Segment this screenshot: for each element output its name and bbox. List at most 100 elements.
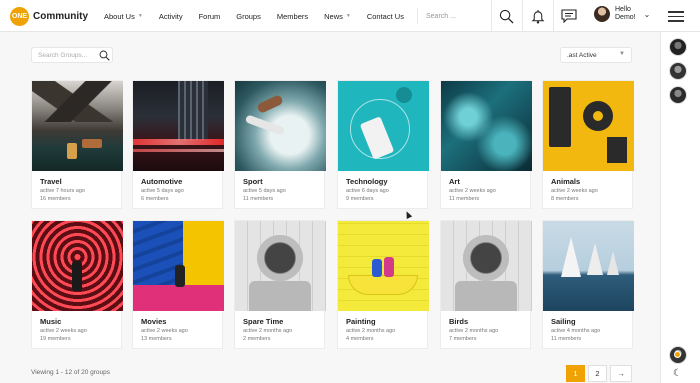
group-card-spare-time[interactable]: Spare Time active 2 months ago 2 members xyxy=(234,220,326,349)
main-nav: About Us ▼ Activity Forum Groups Members … xyxy=(104,0,420,32)
page-2-button[interactable]: 2 xyxy=(588,365,607,382)
nav-label: Members xyxy=(276,11,309,21)
group-members: 6 members xyxy=(141,196,169,202)
rail-avatar[interactable] xyxy=(669,86,687,104)
group-members: 2 members xyxy=(243,336,271,342)
rail-avatar[interactable] xyxy=(669,62,687,80)
messages-button[interactable] xyxy=(553,0,583,32)
group-name[interactable]: Movies xyxy=(141,317,214,326)
group-image[interactable] xyxy=(133,221,224,311)
nav-groups[interactable]: Groups xyxy=(236,12,261,21)
page-1-button[interactable]: 1 xyxy=(566,365,585,382)
nav-label: Forum xyxy=(198,11,221,21)
message-icon xyxy=(560,9,577,23)
chevron-down-icon: ⌄ xyxy=(643,9,651,19)
group-name[interactable]: Birds xyxy=(449,317,522,326)
group-name[interactable]: Art xyxy=(449,177,522,186)
greeting: Hello Demo! xyxy=(615,6,636,22)
group-active: active 7 hours ago xyxy=(40,188,85,194)
group-members: 4 members xyxy=(346,336,374,342)
nav-contact-us[interactable]: Contact Us xyxy=(367,12,404,21)
next-page-button[interactable]: → xyxy=(610,365,632,382)
nav-label: Groups xyxy=(236,11,261,21)
group-card-travel[interactable]: Travel active 7 hours ago 16 members xyxy=(31,80,123,209)
group-card-art[interactable]: Art active 2 weeks ago 11 members xyxy=(440,80,532,209)
mouse-cursor xyxy=(403,210,413,219)
group-active: active 5 days ago xyxy=(243,188,286,194)
group-card-animals[interactable]: Animals active 2 weeks ago 8 members xyxy=(542,80,634,209)
group-card-sailing[interactable]: Sailing active 4 months ago 11 members xyxy=(542,220,634,349)
group-active: active 2 weeks ago xyxy=(40,328,87,334)
search-icon xyxy=(499,9,514,24)
group-image[interactable] xyxy=(441,81,532,171)
pagination-summary: Viewing 1 - 12 of 20 groups xyxy=(31,369,111,376)
group-members: 9 members xyxy=(346,196,374,202)
right-rail: ☾ xyxy=(660,32,700,383)
group-members: 8 members xyxy=(551,196,579,202)
group-members: 13 members xyxy=(141,336,172,342)
search-placeholder: Search ... xyxy=(426,12,456,20)
nav-about-us[interactable]: About Us ▼ xyxy=(104,12,143,21)
group-card-birds[interactable]: Birds active 2 months ago 7 members xyxy=(440,220,532,349)
group-image[interactable] xyxy=(338,221,429,311)
group-card-automotive[interactable]: Automotive active 5 days ago 6 members xyxy=(132,80,224,209)
group-active: active 4 months ago xyxy=(551,328,601,334)
header-search-input[interactable]: Search ... xyxy=(417,8,487,24)
group-image[interactable] xyxy=(338,81,429,171)
group-members: 11 members xyxy=(551,336,582,342)
sort-select[interactable]: .ast Active ▼ xyxy=(560,47,632,63)
top-header: ONE Community About Us ▼ Activity Forum G… xyxy=(0,0,700,32)
group-search-input[interactable]: Search Groups... xyxy=(31,47,113,63)
chevron-down-icon: ▼ xyxy=(137,13,143,19)
group-name[interactable]: Travel xyxy=(40,177,113,186)
group-active: active 2 weeks ago xyxy=(449,188,496,194)
group-name[interactable]: Music xyxy=(40,317,113,326)
group-members: 16 members xyxy=(40,196,71,202)
nav-news[interactable]: News ▼ xyxy=(324,12,351,21)
group-image[interactable] xyxy=(543,81,634,171)
menu-icon[interactable] xyxy=(668,11,684,22)
group-active: active 5 days ago xyxy=(141,188,184,194)
nav-label: Contact Us xyxy=(366,11,404,21)
group-card-technology[interactable]: Technology active 6 days ago 9 members xyxy=(337,80,429,209)
group-name[interactable]: Painting xyxy=(346,317,419,326)
group-name[interactable]: Spare Time xyxy=(243,317,316,326)
group-image[interactable] xyxy=(543,221,634,311)
search-button[interactable] xyxy=(491,0,521,32)
group-card-painting[interactable]: Painting active 2 months ago 4 members xyxy=(337,220,429,349)
group-card-music[interactable]: Music active 2 weeks ago 19 members xyxy=(31,220,123,349)
group-name[interactable]: Sailing xyxy=(551,317,624,326)
greeting-name: Demo! xyxy=(615,14,636,21)
group-name[interactable]: Animals xyxy=(551,177,624,186)
group-active: active 2 months ago xyxy=(346,328,396,334)
group-members: 19 members xyxy=(40,336,71,342)
site-logo[interactable]: ONE Community xyxy=(10,7,88,26)
group-image[interactable] xyxy=(235,81,326,171)
group-name[interactable]: Automotive xyxy=(141,177,214,186)
nav-activity[interactable]: Activity xyxy=(159,12,183,21)
rail-avatar[interactable] xyxy=(669,346,687,364)
group-card-movies[interactable]: Movies active 2 weeks ago 13 members xyxy=(132,220,224,349)
group-name[interactable]: Sport xyxy=(243,177,316,186)
moon-icon[interactable]: ☾ xyxy=(673,368,682,379)
group-active: active 2 weeks ago xyxy=(141,328,188,334)
bell-icon xyxy=(531,9,544,24)
rail-avatar[interactable] xyxy=(669,38,687,56)
greeting-hello: Hello xyxy=(615,6,631,13)
notifications-button[interactable] xyxy=(522,0,552,32)
group-name[interactable]: Technology xyxy=(346,177,419,186)
group-image[interactable] xyxy=(32,81,123,171)
group-card-sport[interactable]: Sport active 5 days ago 11 members xyxy=(234,80,326,209)
chevron-down-icon: ▼ xyxy=(619,51,625,57)
group-image[interactable] xyxy=(441,221,532,311)
group-image[interactable] xyxy=(235,221,326,311)
group-image[interactable] xyxy=(32,221,123,311)
status-dot xyxy=(674,351,681,358)
nav-members[interactable]: Members xyxy=(277,12,308,21)
logo-text: Community xyxy=(33,11,88,22)
user-menu[interactable]: Hello Demo! ⌄ xyxy=(594,6,650,22)
group-image[interactable] xyxy=(133,81,224,171)
group-members: 7 members xyxy=(449,336,477,342)
search-icon[interactable] xyxy=(99,50,110,61)
nav-forum[interactable]: Forum xyxy=(199,12,221,21)
